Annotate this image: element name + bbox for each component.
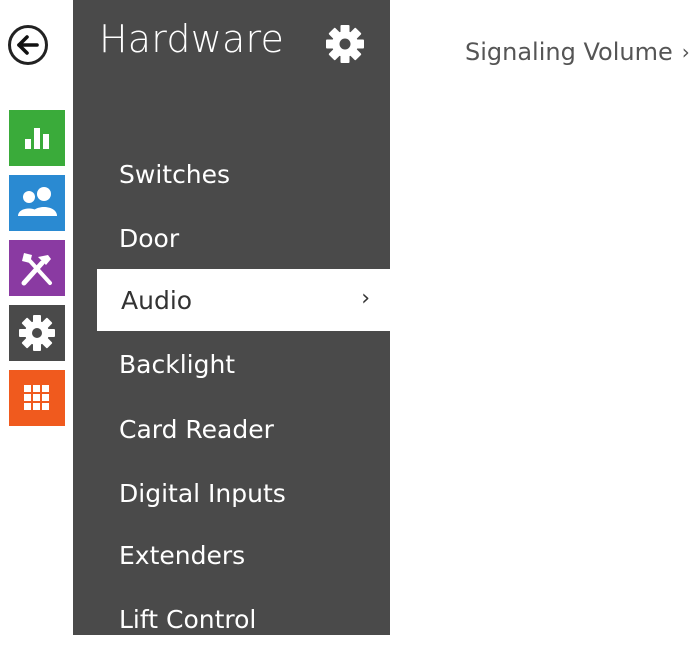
nav-item-label: Backlight — [119, 349, 236, 379]
gear-icon[interactable] — [325, 24, 365, 64]
grid-icon — [24, 385, 49, 410]
nav-item-label: Switches — [119, 159, 231, 189]
panel-title: Hardware — [99, 17, 285, 61]
chevron-right-icon: › — [361, 286, 370, 311]
nav-item-label: Lift Control — [119, 604, 257, 634]
nav-item-extenders[interactable]: Extenders — [95, 524, 390, 586]
nav-item-door[interactable]: Door — [95, 207, 390, 269]
nav-item-label: Extenders — [119, 540, 246, 570]
nav-item-audio[interactable]: Audio › — [97, 269, 390, 331]
nav-item-digital-inputs[interactable]: Digital Inputs — [95, 462, 390, 524]
bar-chart-icon — [25, 128, 49, 149]
nav-item-label: Card Reader — [119, 414, 274, 444]
arrow-left-icon — [17, 35, 39, 55]
rail-services[interactable] — [9, 240, 65, 296]
signaling-volume-link[interactable]: Signaling Volume › — [465, 38, 690, 66]
signaling-volume-label: Signaling Volume — [465, 38, 673, 66]
nav-item-backlight[interactable]: Backlight — [95, 333, 390, 395]
rail-status[interactable] — [9, 110, 65, 166]
chevron-right-icon: › — [681, 40, 690, 64]
nav-item-switches[interactable]: Switches — [95, 143, 390, 205]
nav-item-label: Digital Inputs — [119, 478, 286, 508]
nav-item-label: Door — [119, 223, 180, 253]
nav-item-card-reader[interactable]: Card Reader — [95, 398, 390, 460]
tools-icon — [21, 253, 52, 286]
rail-directory[interactable] — [9, 175, 65, 231]
back-button[interactable] — [8, 25, 48, 65]
nav-item-label: Audio — [121, 285, 193, 315]
nav-item-lift-control[interactable]: Lift Control — [95, 588, 390, 650]
gear-icon — [19, 315, 55, 351]
rail-apps[interactable] — [9, 370, 65, 426]
hardware-panel: Hardware Switches Door Audio › Backlight… — [73, 0, 390, 635]
rail-system[interactable] — [9, 305, 65, 361]
users-icon — [18, 187, 57, 216]
